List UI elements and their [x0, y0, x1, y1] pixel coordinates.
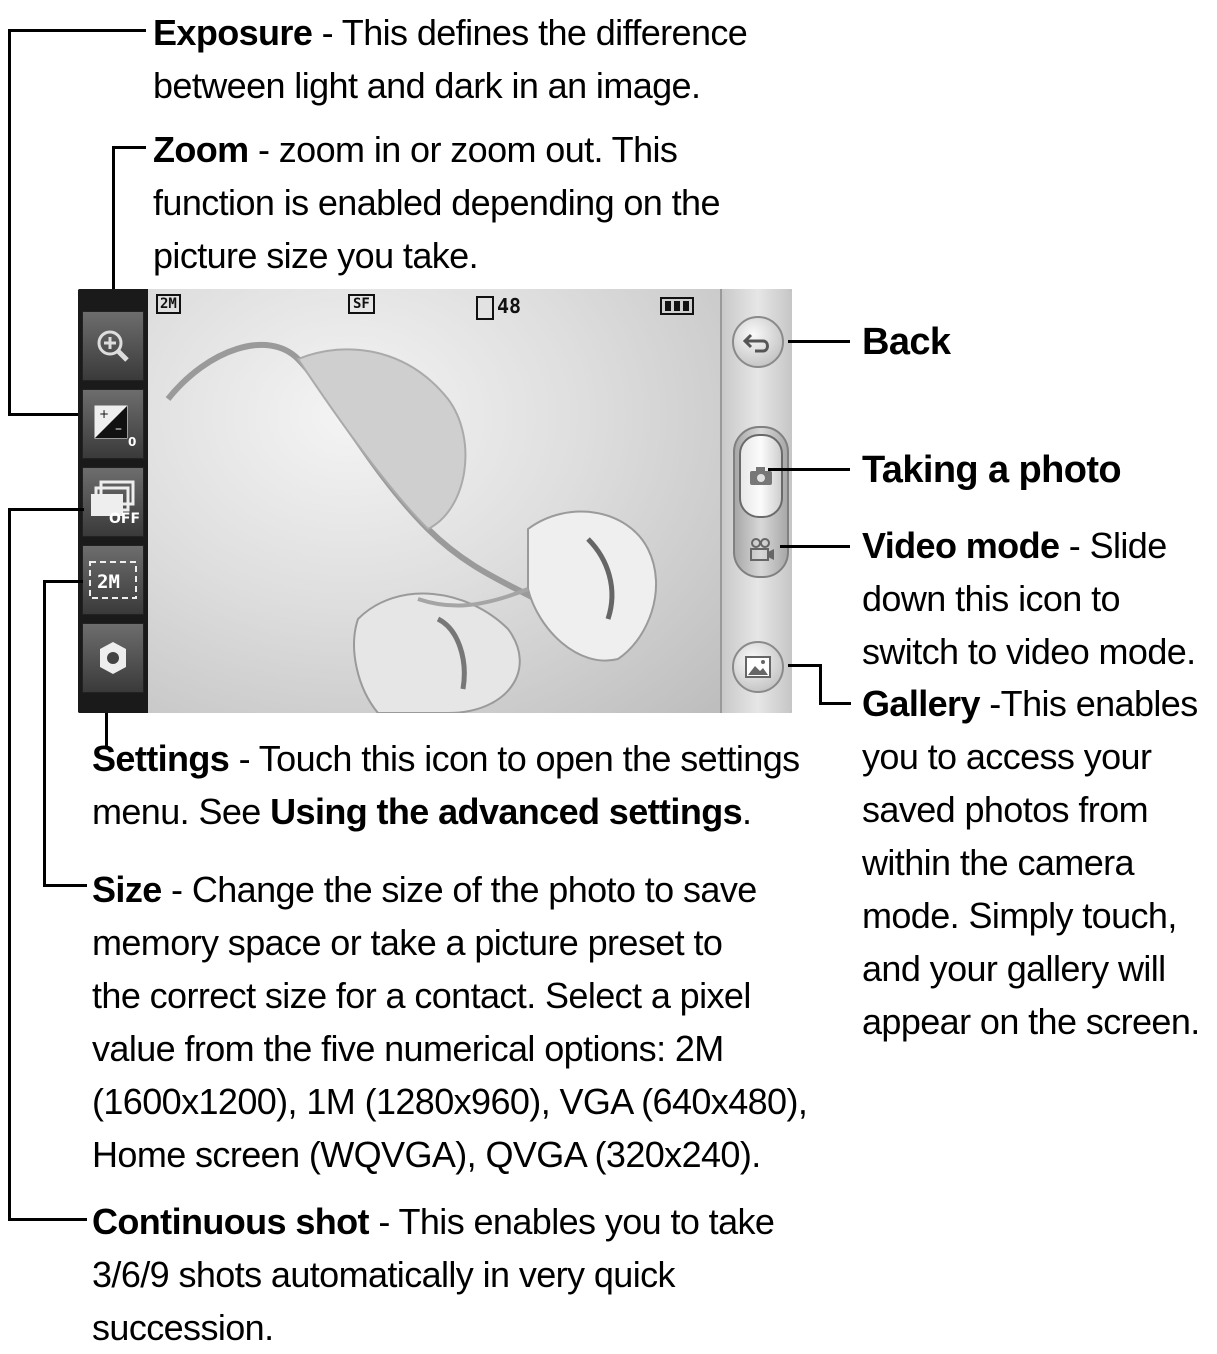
zoom-leader-v: [112, 146, 115, 291]
calla-lily-photo: [165, 342, 657, 713]
taking-photo-leader: [768, 468, 850, 471]
settings-title: Settings: [92, 738, 230, 779]
status-quality: SF: [348, 294, 375, 314]
zoom-button[interactable]: [82, 311, 144, 381]
continuous-shot-title: Continuous shot: [92, 1201, 370, 1242]
take-photo-button[interactable]: [739, 434, 783, 518]
continuous-leader-v: [8, 508, 11, 1221]
zoom-title: Zoom: [153, 129, 249, 170]
back-label: Back: [862, 321, 951, 363]
zoom-leader-h: [112, 146, 146, 149]
exposure-title: Exposure: [153, 12, 313, 53]
manual-page: Exposure - This defines the difference b…: [0, 0, 1217, 1348]
continuous-leader-h-bottom: [8, 1218, 87, 1221]
video-camera-icon: [750, 538, 774, 561]
advanced-settings-reference: Using the advanced settings: [270, 791, 743, 832]
video-mode-annotation: Video mode - Slide down this icon to swi…: [862, 525, 1196, 672]
video-mode-title: Video mode: [862, 525, 1060, 566]
status-shots-left: 48: [476, 294, 521, 320]
camera-right-toolbar: [720, 289, 792, 713]
exposure-button[interactable]: + – 0: [82, 389, 144, 459]
gallery-button[interactable]: [732, 641, 784, 693]
capture-slider[interactable]: [733, 426, 789, 578]
continuous-shot-icon: OFF: [91, 480, 139, 525]
exposure-leader-h-top: [8, 29, 146, 32]
camera-left-toolbar: + – 0 OFF 2M: [78, 289, 148, 713]
size-title: Size: [92, 869, 162, 910]
exposure-leader-v: [8, 29, 11, 416]
continuous-shot-button[interactable]: OFF: [82, 467, 144, 537]
size-value: 2M: [97, 571, 120, 593]
continuous-value: OFF: [109, 511, 139, 525]
size-icon: 2M: [89, 561, 137, 599]
size-button[interactable]: 2M: [82, 545, 144, 615]
settings-annotation: Settings - Touch this icon to open the s…: [92, 738, 800, 832]
continuous-shot-annotation: Continuous shot - This enables you to ta…: [92, 1201, 775, 1348]
zoom-icon: [97, 330, 129, 362]
gallery-icon: [745, 656, 771, 678]
gallery-leader-h-top: [788, 664, 822, 667]
gear-icon: [100, 642, 126, 674]
size-leader-h-top: [43, 580, 83, 583]
zoom-annotation: Zoom - zoom in or zoom out. This functio…: [153, 129, 720, 276]
back-leader: [788, 340, 850, 343]
gallery-leader-h-bottom: [819, 702, 851, 705]
back-arrow-icon: [743, 333, 769, 353]
gallery-title: Gallery: [862, 683, 980, 724]
memory-icon: [476, 296, 494, 320]
video-mode-leader: [780, 545, 850, 548]
size-leader-h-bottom: [43, 884, 87, 887]
battery-icon: [660, 297, 694, 315]
exposure-annotation: Exposure - This defines the difference b…: [153, 12, 748, 106]
camera-screen: + – 0 OFF 2M 2M SF 48: [78, 289, 792, 713]
exposure-icon: + – 0: [94, 405, 136, 448]
gallery-annotation: Gallery -This enables you to access your…: [862, 683, 1200, 1042]
svg-text:+: +: [99, 407, 109, 421]
size-annotation: Size - Change the size of the photo to s…: [92, 869, 808, 1175]
exposure-leader-h-bottom: [8, 413, 84, 416]
status-size: 2M: [156, 294, 181, 314]
exposure-value: 0: [128, 435, 136, 448]
size-leader-v: [43, 580, 46, 887]
settings-button[interactable]: [82, 623, 144, 693]
svg-text:–: –: [115, 421, 122, 437]
camera-viewfinder: 2M SF 48: [148, 289, 720, 713]
gallery-leader-v: [819, 664, 822, 705]
back-button[interactable]: [732, 316, 784, 368]
continuous-leader-h-top: [8, 508, 84, 511]
taking-photo-label: Taking a photo: [862, 449, 1122, 491]
